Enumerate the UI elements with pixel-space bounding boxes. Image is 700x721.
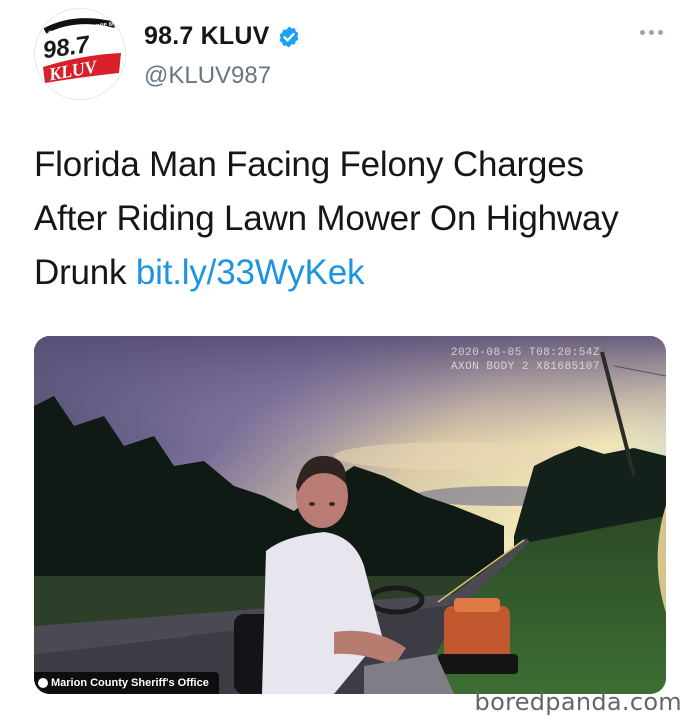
tweet-text-line-3: Drunk bit.ly/33WyKek bbox=[34, 246, 674, 300]
sheriff-badge-icon bbox=[518, 380, 666, 613]
verified-badge-icon bbox=[277, 25, 301, 49]
credit-logo-icon bbox=[38, 678, 48, 688]
tweet-link[interactable]: bit.ly/33WyKek bbox=[136, 253, 365, 292]
tweet-text-line-1: Florida Man Facing Felony Charges bbox=[34, 145, 584, 184]
bodycam-timestamp-line-2: AXON BODY 2 X81685107 bbox=[450, 361, 600, 373]
bodycam-timestamp: 2020-08-05 T08:20:54Z AXON BODY 2 X81685… bbox=[451, 346, 600, 374]
more-options-icon[interactable] bbox=[640, 30, 668, 40]
display-name[interactable]: 98.7 KLUV bbox=[144, 22, 269, 51]
handle[interactable]: @KLUV987 bbox=[144, 62, 271, 90]
tweet-card: OLDIES! PLAYS MORE 80s! 98.7 KLUV 98.7 K… bbox=[0, 0, 700, 721]
media-credit-text: Marion County Sheriff's Office bbox=[51, 677, 209, 689]
tweet-text: Florida Man Facing Felony Charges After … bbox=[34, 138, 674, 300]
watermark: boredpanda.com bbox=[474, 688, 682, 716]
bodycam-timestamp-line-1: 2020-08-05 T08:20:54Z bbox=[450, 347, 600, 359]
name-row: 98.7 KLUV bbox=[144, 22, 301, 51]
tweet-header: OLDIES! PLAYS MORE 80s! 98.7 KLUV 98.7 K… bbox=[34, 8, 674, 103]
kluv-logo-icon: OLDIES! PLAYS MORE 80s! 98.7 KLUV bbox=[35, 9, 125, 99]
tweet-last-word: Drunk bbox=[34, 253, 127, 292]
triangle-icon bbox=[614, 346, 652, 380]
media-credit: Marion County Sheriff's Office bbox=[34, 672, 219, 694]
tweet-media-photo[interactable]: 2020-08-05 T08:20:54Z AXON BODY 2 X81685… bbox=[34, 336, 666, 694]
tweet-text-line-2: After Riding Lawn Mower On Highway bbox=[34, 199, 619, 238]
avatar[interactable]: OLDIES! PLAYS MORE 80s! 98.7 KLUV bbox=[34, 8, 126, 100]
